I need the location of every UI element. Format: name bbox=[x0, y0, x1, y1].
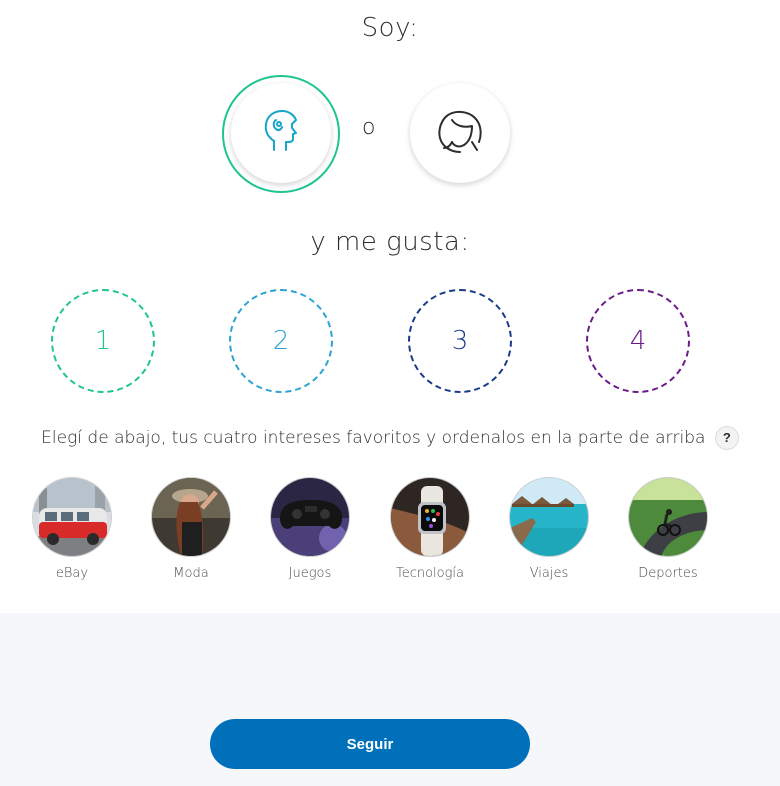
interest-tecnologia[interactable]: Tecnología bbox=[380, 477, 480, 581]
likes-heading: y me gusta: bbox=[310, 227, 470, 257]
interests-list: eBay Moda Juegos Tecnología Viajes Depor… bbox=[0, 477, 780, 587]
interest-label: Viajes bbox=[529, 566, 569, 581]
interest-slot-1[interactable]: 1 bbox=[51, 289, 155, 393]
interest-slot-4[interactable]: 4 bbox=[586, 289, 690, 393]
ebay-image bbox=[32, 477, 112, 557]
footer-area: Seguir bbox=[0, 613, 780, 786]
male-option-button[interactable] bbox=[231, 83, 331, 183]
interest-juegos[interactable]: Juegos bbox=[260, 477, 360, 581]
male-head-icon bbox=[256, 106, 306, 161]
moda-image bbox=[151, 477, 231, 557]
tecnologia-image bbox=[390, 477, 470, 557]
interest-label: Juegos bbox=[288, 566, 332, 581]
deportes-image bbox=[628, 477, 708, 557]
interest-label: Moda bbox=[173, 566, 209, 581]
interest-label: eBay bbox=[55, 566, 89, 581]
interest-viajes[interactable]: Viajes bbox=[499, 477, 599, 581]
gender-selector: o bbox=[0, 75, 780, 193]
female-head-icon bbox=[430, 106, 490, 161]
continue-button[interactable]: Seguir bbox=[210, 719, 530, 769]
interest-ebay[interactable]: eBay bbox=[22, 477, 122, 581]
female-option-button[interactable] bbox=[410, 83, 510, 183]
juegos-image bbox=[270, 477, 350, 557]
interest-label: Tecnología bbox=[395, 566, 464, 581]
interest-moda[interactable]: Moda bbox=[141, 477, 241, 581]
interest-slot-3[interactable]: 3 bbox=[408, 289, 512, 393]
viajes-image bbox=[509, 477, 589, 557]
gender-heading: Soy: bbox=[361, 13, 419, 43]
interest-slot-2[interactable]: 2 bbox=[229, 289, 333, 393]
interest-deportes[interactable]: Deportes bbox=[618, 477, 718, 581]
help-icon[interactable]: ? bbox=[714, 426, 739, 450]
interest-label: Deportes bbox=[638, 566, 698, 581]
or-label: o bbox=[362, 115, 376, 140]
instruction-text: Elegí de abajo, tus cuatro intereses fav… bbox=[41, 428, 706, 448]
instruction-row: Elegí de abajo, tus cuatro intereses fav… bbox=[0, 426, 780, 450]
